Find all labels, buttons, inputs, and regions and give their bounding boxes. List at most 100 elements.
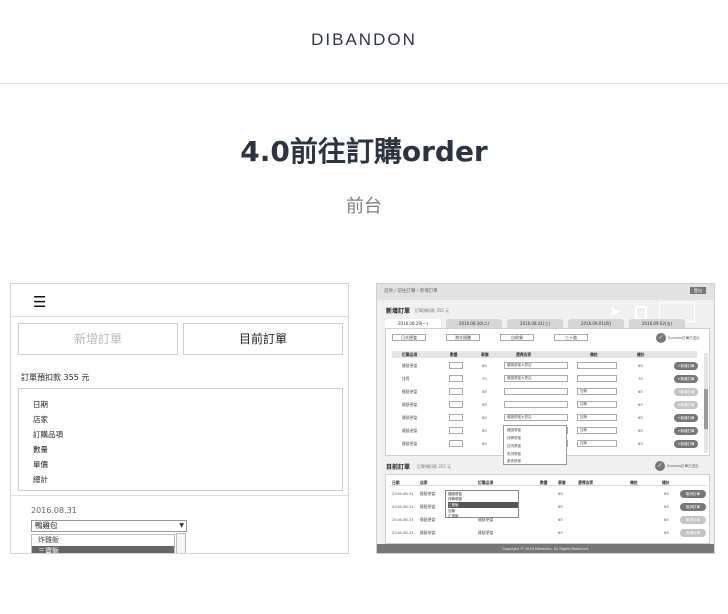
field-label: 訂購品項 bbox=[33, 430, 63, 439]
column-header: 選擇店家 bbox=[516, 352, 532, 357]
mockup-topbar: 首頁 / 前往訂購 / 新增訂單 登出 bbox=[377, 284, 714, 300]
date-tab: 2016.08.29(一) bbox=[385, 319, 441, 328]
total-cell: 65 bbox=[664, 530, 669, 535]
mobile-mockup-image: ☰ 新增訂單 目前訂單 訂單預扣款 355 元 日期 店家 訂購品項 數量 單價… bbox=[10, 283, 349, 554]
column-header: 數量 bbox=[540, 480, 548, 485]
field-label: 日期 bbox=[33, 400, 48, 409]
share-arrow-icon: ➤ bbox=[609, 304, 621, 320]
store-filter: 自助餐 bbox=[500, 334, 534, 341]
field-label: 數量 bbox=[33, 445, 48, 454]
page-subtitle: 前台 bbox=[346, 196, 382, 217]
note-input: 加辣 bbox=[577, 401, 617, 408]
total-cell: 65 bbox=[638, 363, 643, 368]
check-icon: ✓ bbox=[656, 333, 666, 343]
add-order-button: +新增訂單 bbox=[674, 388, 698, 396]
column-header: 店家 bbox=[420, 480, 428, 485]
store-cell: 雞腿便當 bbox=[420, 530, 436, 535]
column-header: 選擇店家 bbox=[578, 480, 594, 485]
store-cell: 雞腿便當 bbox=[420, 504, 436, 509]
item-dropdown-2: 雞腿便當 排骨便當 三寶飯 加辣 正常飯 bbox=[445, 490, 519, 518]
price-cell: 65 bbox=[482, 402, 487, 407]
store-filter: 三十路 bbox=[554, 334, 588, 341]
price-cell: 65 bbox=[482, 428, 487, 433]
mockup-footer: Copyright © 2016 Dibandon. All Rights Re… bbox=[377, 544, 714, 553]
note-input bbox=[577, 375, 617, 382]
total-cell: 65 bbox=[638, 415, 643, 420]
column-header: 單價 bbox=[481, 352, 489, 357]
store-select: 雞腿便當大賣店 bbox=[504, 375, 568, 382]
cancel-order-button: 取消訂單 bbox=[680, 503, 706, 511]
column-header: 數量 bbox=[450, 352, 458, 357]
trash-icon bbox=[635, 306, 647, 320]
current-order-note: 訂單預扣款 355 元 bbox=[417, 464, 452, 469]
item-cell: 雞腿便當 bbox=[402, 428, 418, 433]
total-cell: 65 bbox=[638, 441, 643, 446]
total-cell: 65 bbox=[664, 504, 669, 509]
item-cell: 排骨 bbox=[402, 376, 410, 381]
date-cell: 2016.08.31 bbox=[392, 530, 414, 535]
add-order-button: +新增訂單 bbox=[674, 427, 698, 435]
logout-button: 登出 bbox=[690, 287, 706, 294]
total-cell: 65 bbox=[638, 402, 643, 407]
table-header: 訂購品項 數量 單價 選擇店家 備註 總計 bbox=[392, 351, 697, 358]
table-row: 2016.08.31雞腿便當雞腿便當6565取消訂單 bbox=[390, 488, 707, 500]
column-header: 備註 bbox=[630, 480, 638, 485]
divider bbox=[11, 495, 348, 496]
total-cell: 65 bbox=[664, 517, 669, 522]
dropdown-option: 炸雞飯 bbox=[38, 536, 59, 544]
chevron-down-icon: ▼ bbox=[179, 522, 184, 529]
store-select bbox=[504, 388, 568, 395]
date-tabs: 2016.08.29(一) 2016.08.30(二) 2016.08.31(三… bbox=[385, 319, 710, 328]
date-cell: 2016.08.31 bbox=[392, 517, 414, 522]
dropdown-option: 三寶飯 bbox=[32, 546, 174, 553]
add-order-button: +新增訂單 bbox=[674, 375, 698, 383]
date-tab: 2016.09.02(五) bbox=[629, 319, 685, 328]
table-row: 雞腿便當 65 雞腿便當大賣店 65 +新增訂單 bbox=[392, 360, 698, 371]
add-order-button: +新增訂單 bbox=[674, 414, 698, 422]
note-input: 加辣 bbox=[577, 388, 617, 395]
breadcrumb: 首頁 / 前往訂購 / 新增訂單 bbox=[384, 289, 438, 294]
price-cell: 65 bbox=[558, 504, 563, 509]
store-cell: 雞腿便當 bbox=[420, 491, 436, 496]
price-cell: 65 bbox=[482, 441, 487, 446]
quantity-stepper bbox=[449, 388, 463, 395]
scrollbar-thumb bbox=[704, 389, 708, 429]
table-row: 雞腿便當 65 雞腿便當大賣店 加辣 65 +新增訂單 bbox=[392, 412, 698, 423]
order-fields-box: 日期 店家 訂購品項 數量 單價 總計 bbox=[18, 388, 343, 491]
column-header: 總計 bbox=[637, 352, 645, 357]
brand-logo[interactable]: DIBANDON bbox=[0, 30, 728, 50]
date-tab: 2016.09.01(四) bbox=[568, 319, 624, 328]
price-cell: 65 bbox=[558, 491, 563, 496]
dropdown-option: 控肉便當 bbox=[507, 444, 521, 448]
add-order-button: +新增訂單 bbox=[674, 440, 698, 448]
field-label: 單價 bbox=[33, 460, 48, 469]
column-header: 訂購品項 bbox=[402, 352, 418, 357]
cancel-order-button: 取消訂單 bbox=[680, 516, 706, 524]
table-scrollbar bbox=[704, 353, 708, 453]
store-select bbox=[504, 401, 568, 408]
dropdown-option: 魚排便當 bbox=[507, 452, 521, 456]
dropdown-option: 雞腿便當 bbox=[507, 428, 521, 432]
cancel-order-button: 取消訂單 bbox=[680, 529, 706, 537]
item-cell: 雞腿便當 bbox=[478, 530, 494, 535]
desktop-mockup-image: 首頁 / 前往訂購 / 新增訂單 登出 新增訂單 訂單預扣款 355 元 ➤ 2… bbox=[376, 283, 715, 554]
total-cell: 65 bbox=[638, 389, 643, 394]
tab-new-order: 新增訂單 bbox=[18, 323, 178, 355]
store-filter: 日式便當 bbox=[392, 334, 426, 341]
quantity-stepper bbox=[449, 362, 463, 369]
column-header: 訂購品項 bbox=[478, 480, 494, 485]
table-row: 2016.08.31雞腿便當雞腿便當6565取消訂單 bbox=[390, 514, 707, 526]
total-cell: 65 bbox=[664, 491, 669, 496]
item-cell: 雞腿便當 bbox=[402, 402, 418, 407]
date-value: 2016.08.31 bbox=[31, 506, 77, 515]
date-tab: 2016.08.30(二) bbox=[446, 319, 502, 328]
note-input bbox=[577, 362, 617, 369]
store-select: 鴨雞包 ▼ bbox=[31, 520, 187, 532]
column-header: 備註 bbox=[590, 352, 598, 357]
quantity-stepper bbox=[449, 440, 463, 447]
dropdown-option: 素食便當 bbox=[507, 459, 521, 463]
store-filter: 港式燒臘 bbox=[446, 334, 480, 341]
cancel-order-button: 取消訂單 bbox=[680, 490, 706, 498]
item-cell: 雞腿便當 bbox=[402, 441, 418, 446]
date-cell: 2016.08.31 bbox=[392, 491, 414, 496]
